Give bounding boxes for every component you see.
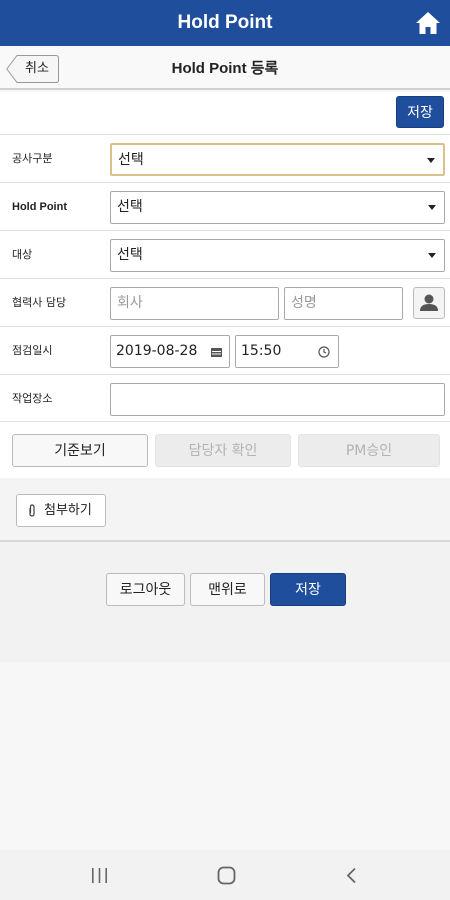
save-button-bottom[interactable]: 저장	[270, 573, 346, 606]
page-title: Hold Point 등록	[171, 60, 279, 77]
person-search-button[interactable]	[413, 287, 445, 319]
partner-manager-label: 협력사 담당	[12, 296, 67, 309]
date-value: 2019-08-28	[116, 343, 198, 359]
clock-icon	[318, 346, 330, 358]
footer: 로그아웃 맨위로 저장	[0, 542, 450, 662]
save-button-top[interactable]: 저장	[396, 96, 444, 128]
chevron-down-icon	[428, 205, 436, 210]
app-header: Hold Point	[0, 0, 450, 46]
chevron-down-icon	[427, 158, 435, 163]
row-construction-type: 공사구분 선택	[0, 134, 450, 182]
to-top-button[interactable]: 맨위로	[190, 573, 265, 606]
home-icon	[416, 12, 440, 34]
row-inspection-datetime: 점검일시 2019-08-28 15:50	[0, 326, 450, 374]
home-nav-icon[interactable]	[217, 866, 236, 885]
cancel-button[interactable]: 취소	[6, 55, 59, 83]
paperclip-icon	[29, 504, 35, 517]
work-location-input[interactable]	[110, 383, 445, 416]
construction-type-value: 선택	[118, 152, 144, 168]
attach-button[interactable]: 첨부하기	[16, 494, 106, 527]
home-button[interactable]	[414, 9, 442, 37]
time-input[interactable]: 15:50	[235, 335, 339, 368]
target-label: 대상	[12, 248, 33, 261]
target-select[interactable]: 선택	[110, 239, 445, 272]
inspection-datetime-label: 점검일시	[12, 344, 53, 357]
time-value: 15:50	[241, 343, 282, 359]
form-panel: 저장 공사구분 선택 Hold Point 선택 대상 선택 협력사 담당 회사…	[0, 92, 450, 540]
app-title: Hold Point	[177, 12, 273, 33]
name-placeholder: 성명	[291, 295, 317, 311]
attach-label: 첨부하기	[44, 503, 92, 518]
hold-point-label: Hold Point	[12, 201, 67, 213]
row-partner-manager: 협력사 담당 회사 성명	[0, 278, 450, 326]
construction-type-select[interactable]: 선택	[110, 143, 445, 176]
confirm-manager-button[interactable]: 담당자 확인	[155, 434, 291, 467]
person-icon	[420, 294, 438, 311]
back-nav-icon[interactable]	[346, 867, 357, 884]
row-hold-point: Hold Point 선택	[0, 182, 450, 230]
row-work-location: 작업장소	[0, 374, 450, 422]
chevron-down-icon	[428, 253, 436, 258]
logout-button[interactable]: 로그아웃	[106, 573, 185, 606]
view-standard-button[interactable]: 기준보기	[12, 434, 148, 467]
row-target: 대상 선택	[0, 230, 450, 278]
company-input[interactable]: 회사	[110, 287, 279, 320]
company-placeholder: 회사	[117, 295, 143, 311]
attachment-area: 첨부하기	[0, 478, 450, 540]
work-location-label: 작업장소	[12, 392, 53, 405]
system-nav-bar	[0, 850, 450, 900]
sub-header: Hold Point 등록 취소	[0, 46, 450, 90]
target-value: 선택	[117, 247, 143, 263]
date-input[interactable]: 2019-08-28	[110, 335, 230, 368]
cancel-label: 취소	[25, 61, 49, 76]
pm-approve-button[interactable]: PM승인	[298, 434, 440, 467]
construction-type-label: 공사구분	[12, 152, 53, 165]
hold-point-select[interactable]: 선택	[110, 191, 445, 224]
calendar-icon	[211, 348, 222, 357]
recent-apps-icon[interactable]	[91, 868, 108, 883]
hold-point-value: 선택	[117, 199, 143, 215]
name-input[interactable]: 성명	[284, 287, 403, 320]
